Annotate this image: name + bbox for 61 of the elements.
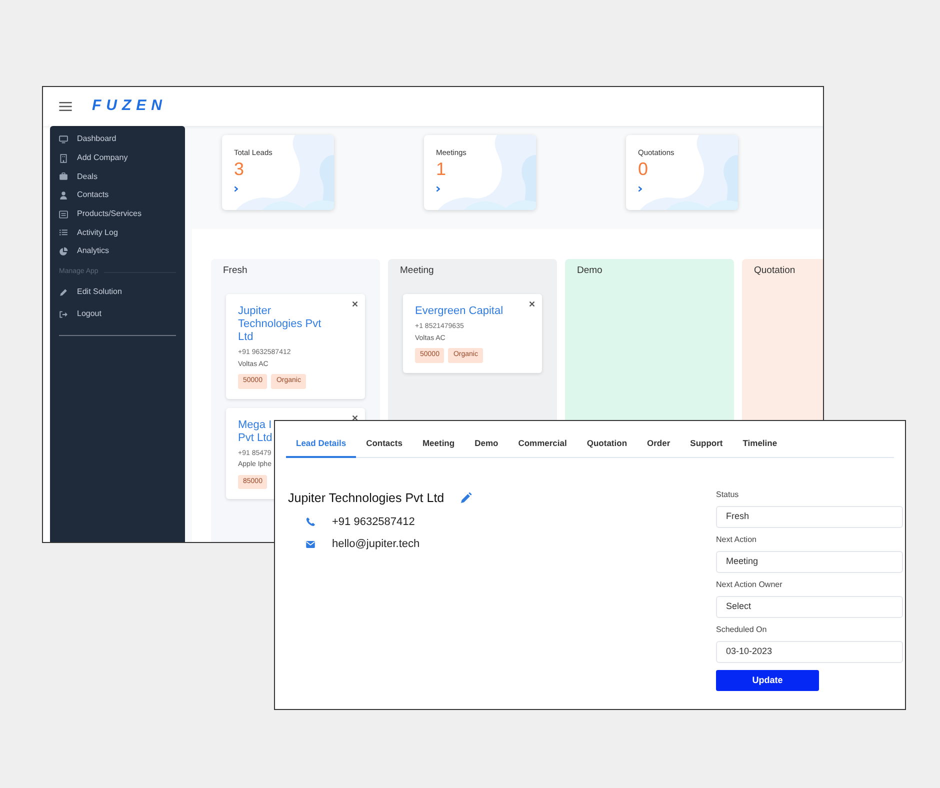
sidebar-item[interactable]: Products/Services bbox=[59, 204, 176, 224]
lead-title[interactable]: Evergreen Capital bbox=[415, 305, 504, 318]
input-field[interactable]: Meeting bbox=[716, 550, 903, 573]
close-icon bbox=[529, 301, 535, 308]
logout-icon bbox=[59, 310, 68, 319]
tab[interactable]: Lead Details bbox=[286, 433, 356, 458]
monitor-icon bbox=[59, 134, 68, 144]
input-field[interactable]: Fresh bbox=[716, 506, 903, 528]
close-icon bbox=[352, 414, 358, 421]
chevron-right-icon bbox=[234, 186, 238, 192]
input-field[interactable]: Select bbox=[716, 596, 903, 618]
column-title: Quotation bbox=[754, 264, 796, 278]
stat-value: 0 bbox=[638, 158, 650, 180]
list-icon bbox=[59, 228, 68, 238]
tab[interactable]: Demo bbox=[464, 433, 508, 458]
briefcase-icon bbox=[59, 172, 68, 182]
lead-name: Jupiter Technologies Pvt Ltd bbox=[288, 490, 444, 507]
logo: FUZEN bbox=[92, 96, 167, 116]
pencil-icon bbox=[460, 492, 472, 504]
sidebar-item[interactable]: Deals bbox=[59, 167, 176, 186]
sidebar-item[interactable]: Dashboard bbox=[59, 130, 176, 149]
sidebar-item[interactable]: Contacts bbox=[59, 186, 176, 205]
sidebar-item[interactable]: Activity Log bbox=[59, 223, 176, 242]
column-title: Fresh bbox=[223, 264, 248, 278]
chevron-right-icon bbox=[638, 186, 642, 192]
tab[interactable]: Meeting bbox=[412, 433, 465, 458]
person-icon bbox=[59, 190, 68, 200]
pencil-icon bbox=[59, 288, 68, 297]
sidebar-item[interactable]: Logout bbox=[59, 303, 176, 326]
sidebar-item[interactable]: Add Company bbox=[59, 148, 176, 168]
pie-chart-icon bbox=[59, 246, 68, 256]
phone-icon bbox=[306, 517, 315, 526]
sidebar-item[interactable]: Edit Solution bbox=[59, 281, 176, 304]
close-icon bbox=[352, 301, 358, 308]
tab[interactable]: Order bbox=[637, 433, 680, 458]
phone-number: +91 9632587412 bbox=[332, 514, 415, 530]
lead-title[interactable]: Mega I bbox=[238, 418, 272, 432]
column-title: Meeting bbox=[400, 264, 435, 278]
tab[interactable]: Timeline bbox=[732, 433, 788, 458]
column-title: Demo bbox=[577, 264, 604, 278]
input-field[interactable]: 03-10-2023 bbox=[716, 640, 903, 663]
field-label: Status bbox=[716, 488, 740, 501]
tab[interactable]: Quotation bbox=[576, 433, 638, 458]
field-label: Next Action Owner bbox=[716, 578, 784, 591]
lead-title[interactable]: Pvt Ltd bbox=[238, 432, 272, 445]
field-label: Next Action bbox=[716, 534, 758, 546]
lead-title[interactable]: Jupiter Technologies Pvt Ltd bbox=[238, 305, 337, 344]
list-box-icon bbox=[59, 210, 68, 219]
sidebar-item[interactable]: Analytics bbox=[59, 242, 176, 261]
chevron-right-icon bbox=[436, 186, 440, 192]
stat-value: 3 bbox=[234, 158, 246, 180]
tab[interactable]: Contacts bbox=[356, 433, 412, 458]
email-address: hello@jupiter.tech bbox=[332, 537, 420, 552]
field-label: Scheduled On bbox=[716, 624, 768, 636]
mail-icon bbox=[306, 540, 315, 548]
building-icon bbox=[59, 154, 68, 163]
tab[interactable]: Commercial bbox=[508, 433, 577, 458]
menu-icon bbox=[59, 102, 72, 111]
tab[interactable]: Support bbox=[680, 433, 733, 458]
stat-value: 1 bbox=[436, 158, 448, 180]
update-button[interactable]: Update bbox=[716, 670, 819, 691]
